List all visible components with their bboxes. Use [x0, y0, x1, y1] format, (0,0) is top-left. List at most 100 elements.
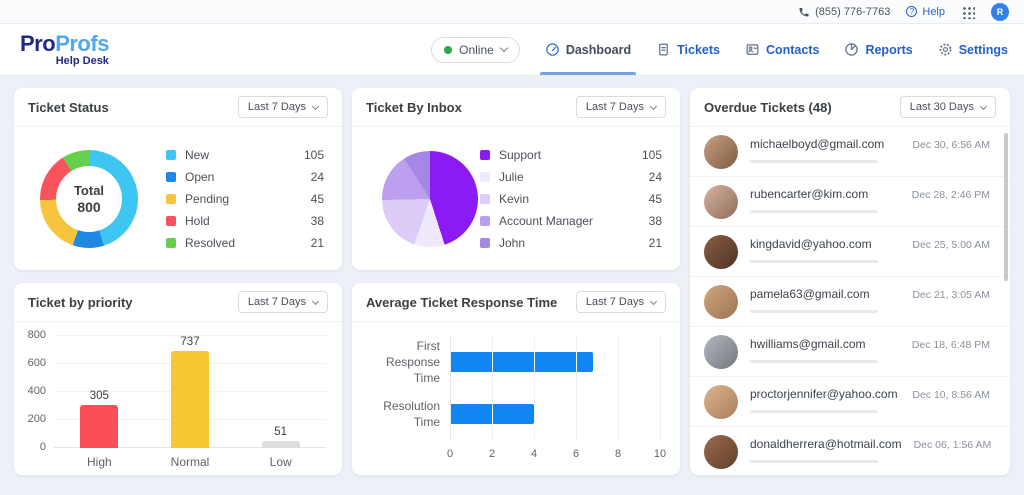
tab-label: Dashboard [566, 43, 631, 57]
date-range-dropdown[interactable]: Last 7 Days [576, 291, 666, 313]
overdue-list-item[interactable]: rubencarter@kim.com Dec 28, 2:46 PM [690, 177, 1010, 227]
date-range-dropdown[interactable]: Last 7 Days [576, 96, 666, 118]
response-time-card: Average Ticket Response Time Last 7 Days… [352, 283, 680, 475]
date-range-dropdown[interactable]: Last 7 Days [238, 291, 328, 313]
legend-value: 38 [311, 214, 324, 228]
legend-swatch-icon [166, 172, 176, 182]
card-header: Average Ticket Response Time Last 7 Days [352, 283, 680, 322]
card-body: First Response TimeResolution Time 02468… [352, 322, 680, 475]
donut-center: Total 800 [56, 166, 122, 232]
overdue-timestamp: Dec 30, 6:56 AM [912, 135, 990, 169]
overdue-timestamp: Dec 28, 2:46 PM [912, 185, 990, 219]
date-range-label: Last 7 Days [586, 296, 644, 308]
legend-value: 105 [642, 148, 662, 162]
contact-card-icon [745, 42, 760, 57]
gridline [576, 336, 577, 440]
scrollbar-thumb[interactable] [1004, 133, 1008, 281]
phone-number: (855) 776-7763 [815, 6, 890, 18]
legend-item: Account Manager38 [480, 214, 662, 228]
date-range-dropdown[interactable]: Last 30 Days [900, 96, 996, 118]
contact-email: rubencarter@kim.com [750, 187, 900, 201]
bar-plot-area: 30573751 [54, 336, 326, 448]
legend-value: 21 [311, 236, 324, 250]
card-body: Support105Julie24Kevin45Account Manager3… [352, 127, 680, 270]
legend-item: Kevin 45 [480, 192, 662, 206]
date-range-dropdown[interactable]: Last 7 Days [238, 96, 328, 118]
tab-tickets[interactable]: Tickets [656, 24, 720, 75]
contact-email: pamela63@gmail.com [750, 287, 900, 301]
card-header: Overdue Tickets (48) Last 30 Days [690, 88, 1010, 127]
online-status-dropdown[interactable]: Online [431, 37, 520, 63]
contact-email: kingdavid@yahoo.com [750, 237, 900, 251]
legend-label: Hold [185, 214, 302, 228]
card-header: Ticket By Inbox Last 7 Days [352, 88, 680, 127]
ticket-by-priority-card: Ticket by priority Last 7 Days 020040060… [14, 283, 342, 475]
x-tick-label: 10 [654, 448, 666, 460]
help-link[interactable]: ? Help [906, 6, 945, 18]
legend-item: Pending45 [166, 192, 324, 206]
contact-avatar [704, 185, 738, 219]
tab-dashboard[interactable]: Dashboard [545, 24, 631, 75]
card-title: Ticket Status [28, 100, 109, 115]
dashboard-content: Ticket Status Last 7 Days Total 800 New1… [0, 76, 1024, 489]
overdue-list-item[interactable]: pamela63@gmail.comDec 21, 3:05 AM [690, 277, 1010, 327]
legend-label: Julie [499, 170, 640, 184]
legend-swatch-icon [166, 238, 176, 248]
overdue-list-item[interactable]: donaldherrera@hotmail.comDec 06, 1:56 AM [690, 427, 1010, 475]
contact-avatar [704, 235, 738, 269]
pie-chart [382, 151, 478, 247]
phone-contact[interactable]: (855) 776-7763 [798, 6, 890, 18]
chevron-down-icon [650, 102, 657, 109]
legend-swatch-icon [480, 216, 490, 226]
legend-swatch-icon [480, 150, 490, 160]
ticket-progress-bar [750, 410, 878, 413]
bar-value-label: 305 [90, 390, 109, 402]
overdue-list-item[interactable]: hwilliams@gmail.comDec 18, 6:48 PM [690, 327, 1010, 377]
legend-swatch-icon [480, 172, 490, 182]
bar-chart: 30573751 HighNormalLow [54, 336, 326, 472]
bar [450, 352, 593, 372]
gridline [618, 336, 619, 440]
hbar-category-labels: First Response TimeResolution Time [364, 336, 450, 440]
contact-avatar [704, 135, 738, 169]
overdue-item-body: proctorjennifer@yahoo.com [750, 385, 900, 419]
apps-grid-icon[interactable] [961, 5, 975, 19]
gridline [534, 336, 535, 440]
date-range-label: Last 7 Days [248, 101, 306, 113]
contact-email: donaldherrera@hotmail.com [750, 437, 902, 451]
date-range-label: Last 7 Days [586, 101, 644, 113]
overdue-list-item[interactable]: michaelboyd@gmail.comDec 30, 6:56 AM [690, 127, 1010, 177]
date-range-label: Last 7 Days [248, 296, 306, 308]
legend-value: 45 [311, 192, 324, 206]
date-range-label: Last 30 Days [910, 101, 974, 113]
legend-swatch-icon [480, 238, 490, 248]
legend-label: Account Manager [499, 214, 640, 228]
tab-reports[interactable]: Reports [844, 24, 912, 75]
legend-value: 45 [649, 192, 662, 206]
y-tick-label: 400 [28, 385, 46, 397]
tab-settings[interactable]: Settings [938, 24, 1008, 75]
bar [262, 441, 300, 448]
legend-label: John [499, 236, 640, 250]
legend-label: Kevin [499, 192, 640, 206]
help-icon: ? [906, 6, 917, 17]
legend-swatch-icon [166, 150, 176, 160]
contact-email: proctorjennifer@yahoo.com [750, 387, 900, 401]
ticket-progress-bar [750, 260, 878, 263]
overdue-list-item[interactable]: kingdavid@yahoo.comDec 25, 5:00 AM [690, 227, 1010, 277]
tab-contacts[interactable]: Contacts [745, 24, 819, 75]
chevron-down-icon [312, 102, 319, 109]
overdue-list-item[interactable]: proctorjennifer@yahoo.comDec 10, 8:56 AM [690, 377, 1010, 427]
gridline [660, 336, 661, 440]
user-avatar[interactable]: R [991, 3, 1009, 21]
card-body: 0200400600800 30573751 HighNormalLow [14, 322, 342, 475]
top-utility-bar: (855) 776-7763 ? Help R [0, 0, 1024, 24]
tab-label: Settings [959, 43, 1008, 57]
chart-legend: Support105Julie24Kevin45Account Manager3… [480, 148, 662, 250]
tab-label: Contacts [766, 43, 819, 57]
proprofs-logo[interactable]: ProProfs Help Desk [16, 33, 109, 67]
bar [80, 405, 118, 448]
ticket-progress-bar [750, 460, 878, 463]
overdue-tickets-card: Overdue Tickets (48) Last 30 Days michae… [690, 88, 1010, 475]
x-category-label: Normal [145, 455, 236, 469]
